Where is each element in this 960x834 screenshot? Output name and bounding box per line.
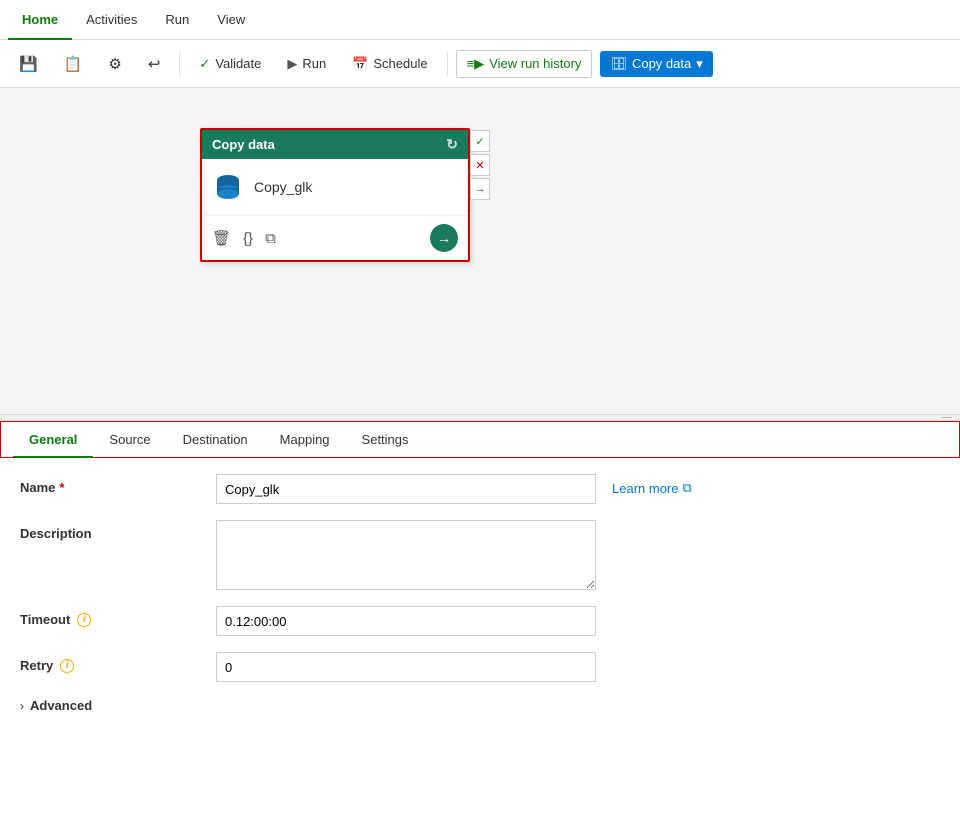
copy-data-button[interactable]: 🗄 Copy data ▾ bbox=[600, 51, 712, 77]
tab-settings[interactable]: Settings bbox=[346, 422, 425, 457]
schedule-icon: 📅 bbox=[352, 56, 368, 72]
nav-bar: Home Activities Run View bbox=[0, 0, 960, 40]
copy-node-icon[interactable]: ⧉ bbox=[265, 230, 276, 247]
delete-node-icon[interactable]: 🗑 bbox=[212, 229, 231, 247]
node-check-action[interactable]: ✓ bbox=[470, 130, 490, 152]
name-required: * bbox=[59, 480, 64, 495]
settings-button[interactable]: ⚙ bbox=[97, 49, 132, 79]
copy-node-actions: 🗑 {} ⧉ → bbox=[202, 216, 468, 260]
resize-indicator: — bbox=[942, 412, 952, 423]
panel-tabs: General Source Destination Mapping Setti… bbox=[0, 421, 960, 458]
run-label: Run bbox=[302, 56, 326, 71]
node-go-icon: → bbox=[437, 230, 451, 246]
name-row: Name * Learn more ⧉ bbox=[20, 474, 940, 504]
name-input[interactable] bbox=[216, 474, 596, 504]
node-side-actions: ✓ ✕ → bbox=[470, 130, 490, 200]
name-label: Name * bbox=[20, 474, 200, 495]
save-icon: 💾 bbox=[19, 55, 38, 73]
undo-icon: ↩ bbox=[148, 55, 161, 73]
view-history-icon: ≡▶ bbox=[467, 56, 485, 72]
copy-data-dropdown-icon: ▾ bbox=[696, 56, 703, 72]
node-action-icons: 🗑 {} ⧉ bbox=[212, 229, 276, 247]
tab-general[interactable]: General bbox=[13, 422, 93, 457]
canvas-area[interactable]: Copy data ↻ Copy_glk 🗑 {} ⧉ bbox=[0, 88, 960, 458]
timeout-label: Timeout i bbox=[20, 606, 200, 627]
refresh-icon: ↻ bbox=[446, 136, 458, 153]
toolbar-divider bbox=[179, 52, 180, 76]
retry-row: Retry i bbox=[20, 652, 940, 682]
tab-mapping[interactable]: Mapping bbox=[264, 422, 346, 457]
advanced-label: Advanced bbox=[30, 698, 92, 713]
nav-tab-activities[interactable]: Activities bbox=[72, 0, 151, 40]
description-label: Description bbox=[20, 520, 200, 541]
copy-node-body: Copy_glk bbox=[202, 159, 468, 216]
node-arrow-action[interactable]: → bbox=[470, 178, 490, 200]
description-row: Description bbox=[20, 520, 940, 590]
validate-label: Validate bbox=[215, 56, 261, 71]
save-button[interactable]: 💾 bbox=[8, 49, 49, 79]
undo-button[interactable]: ↩ bbox=[137, 49, 172, 79]
copy-node-name: Copy_glk bbox=[254, 179, 312, 195]
copy-data-node[interactable]: Copy data ↻ Copy_glk 🗑 {} ⧉ bbox=[200, 128, 470, 262]
publish-button[interactable]: 📋 bbox=[53, 49, 94, 79]
timeout-input[interactable] bbox=[216, 606, 596, 636]
retry-input[interactable] bbox=[216, 652, 596, 682]
learn-more-icon: ⧉ bbox=[682, 480, 691, 496]
settings-icon: ⚙ bbox=[108, 55, 121, 73]
advanced-chevron-icon: › bbox=[20, 699, 24, 713]
toolbar-divider-2 bbox=[447, 52, 448, 76]
timeout-info-icon: i bbox=[77, 613, 91, 627]
node-close-action[interactable]: ✕ bbox=[470, 154, 490, 176]
schedule-button[interactable]: 📅 Schedule bbox=[341, 50, 438, 78]
toolbar: 💾 📋 ⚙ ↩ ✓ Validate ▶ Run 📅 Schedule ≡▶ V… bbox=[0, 40, 960, 88]
copy-data-label: Copy data bbox=[632, 56, 691, 71]
view-run-history-button[interactable]: ≡▶ View run history bbox=[456, 50, 593, 78]
run-icon: ▶ bbox=[287, 56, 297, 72]
copy-node-title: Copy data bbox=[212, 137, 275, 152]
form-area: Name * Learn more ⧉ Description Timeout … bbox=[0, 458, 960, 827]
code-node-icon[interactable]: {} bbox=[243, 230, 253, 247]
nav-tab-home[interactable]: Home bbox=[8, 0, 72, 40]
timeout-row: Timeout i bbox=[20, 606, 940, 636]
nav-tab-run[interactable]: Run bbox=[151, 0, 203, 40]
retry-info-icon: i bbox=[60, 659, 74, 673]
description-input[interactable] bbox=[216, 520, 596, 590]
database-icon bbox=[212, 171, 244, 203]
view-run-history-label: View run history bbox=[489, 56, 581, 71]
learn-more-link[interactable]: Learn more ⧉ bbox=[612, 474, 692, 496]
tab-source[interactable]: Source bbox=[93, 422, 166, 457]
bottom-panel: — General Source Destination Mapping Set… bbox=[0, 414, 960, 834]
tab-destination[interactable]: Destination bbox=[167, 422, 264, 457]
validate-button[interactable]: ✓ Validate bbox=[188, 50, 272, 78]
nav-tab-view[interactable]: View bbox=[203, 0, 259, 40]
copy-data-icon: 🗄 bbox=[610, 56, 627, 72]
learn-more-label: Learn more bbox=[612, 481, 678, 496]
schedule-label: Schedule bbox=[373, 56, 427, 71]
publish-icon: 📋 bbox=[64, 55, 83, 73]
validate-checkmark-icon: ✓ bbox=[199, 56, 210, 72]
copy-node-header: Copy data ↻ bbox=[202, 130, 468, 159]
retry-label: Retry i bbox=[20, 652, 200, 673]
run-button[interactable]: ▶ Run bbox=[276, 50, 337, 78]
advanced-row[interactable]: › Advanced bbox=[20, 698, 940, 713]
node-go-button[interactable]: → bbox=[430, 224, 458, 252]
